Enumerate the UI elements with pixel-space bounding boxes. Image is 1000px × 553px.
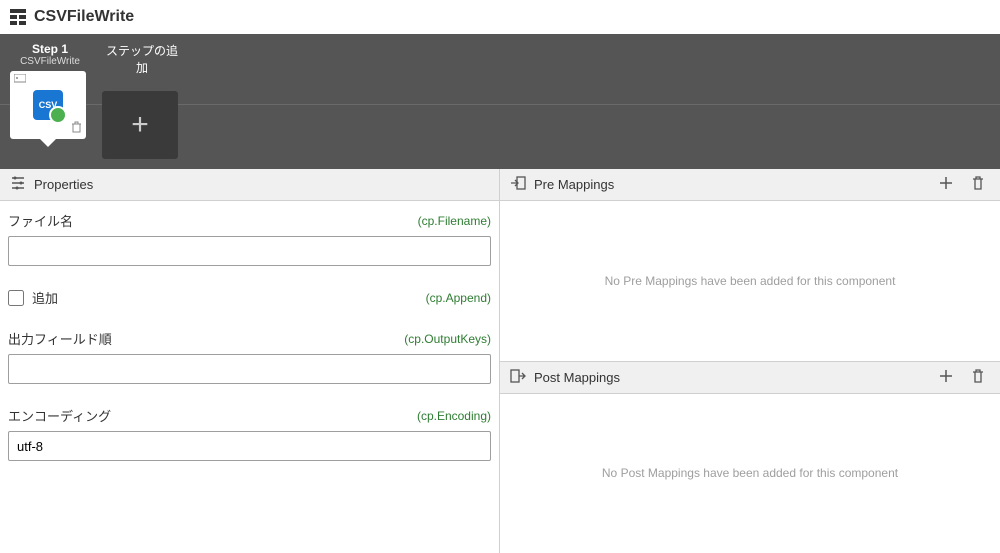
pre-mappings-panel: Pre Mappings No Pre Mappings have been a… <box>500 169 1000 362</box>
encoding-label: エンコーディング <box>8 406 111 425</box>
add-post-mapping-button[interactable] <box>934 368 958 387</box>
filename-binding: (cp.Filename) <box>418 214 491 228</box>
outputkeys-label: 出力フィールド順 <box>8 329 112 348</box>
post-mappings-empty: No Post Mappings have been added for thi… <box>500 394 1000 553</box>
post-mappings-header: Post Mappings <box>500 362 1000 394</box>
delete-pre-mapping-button[interactable] <box>966 175 990 194</box>
outputkeys-binding: (cp.OutputKeys) <box>404 332 491 346</box>
encoding-field: エンコーディング (cp.Encoding) <box>8 406 491 461</box>
active-indicator-icon <box>40 139 56 147</box>
add-pre-mapping-button[interactable] <box>934 175 958 194</box>
steps-bar: Step 1 CSVFileWrite CSV ステップの追加 + <box>0 34 1000 169</box>
step-subtitle: CSVFileWrite <box>10 56 90 67</box>
append-label: 追加 <box>32 288 58 307</box>
encoding-input[interactable] <box>8 431 491 461</box>
delete-post-mapping-button[interactable] <box>966 368 990 387</box>
pre-mappings-title: Pre Mappings <box>534 177 614 192</box>
filename-input[interactable] <box>8 236 491 266</box>
breakpoint-icon[interactable] <box>14 74 26 87</box>
csv-file-icon: CSV <box>33 90 63 120</box>
step-card-1[interactable]: Step 1 CSVFileWrite CSV <box>10 42 90 159</box>
step-title: Step 1 <box>10 42 90 56</box>
window-title: CSVFileWrite <box>34 8 134 26</box>
window-header: CSVFileWrite <box>0 0 1000 34</box>
delete-step-icon[interactable] <box>71 121 82 136</box>
add-step-card[interactable]: ステップの追加 + <box>102 42 182 159</box>
encoding-binding: (cp.Encoding) <box>417 409 491 423</box>
append-field: 追加 (cp.Append) <box>8 288 491 307</box>
append-checkbox[interactable] <box>8 290 24 306</box>
post-mappings-title: Post Mappings <box>534 370 620 385</box>
pre-mappings-empty: No Pre Mappings have been added for this… <box>500 201 1000 361</box>
filename-label: ファイル名 <box>8 211 73 230</box>
settings-icon <box>10 175 26 194</box>
step-tile[interactable]: CSV <box>10 71 86 139</box>
plus-icon: + <box>131 108 149 142</box>
post-mappings-panel: Post Mappings No Post Mappings have been… <box>500 362 1000 553</box>
add-step-label: ステップの追加 <box>102 42 182 76</box>
properties-title: Properties <box>34 177 93 192</box>
mapping-out-icon <box>510 368 526 387</box>
add-step-tile[interactable]: + <box>102 91 178 159</box>
properties-header: Properties <box>0 169 499 201</box>
component-icon <box>10 9 26 25</box>
properties-panel: Properties ファイル名 (cp.Filename) 追加 (cp.Ap… <box>0 169 500 553</box>
mapping-in-icon <box>510 175 526 194</box>
filename-field: ファイル名 (cp.Filename) <box>8 211 491 266</box>
outputkeys-input[interactable] <box>8 354 491 384</box>
pre-mappings-header: Pre Mappings <box>500 169 1000 201</box>
append-binding: (cp.Append) <box>426 291 491 305</box>
outputkeys-field: 出力フィールド順 (cp.OutputKeys) <box>8 329 491 384</box>
